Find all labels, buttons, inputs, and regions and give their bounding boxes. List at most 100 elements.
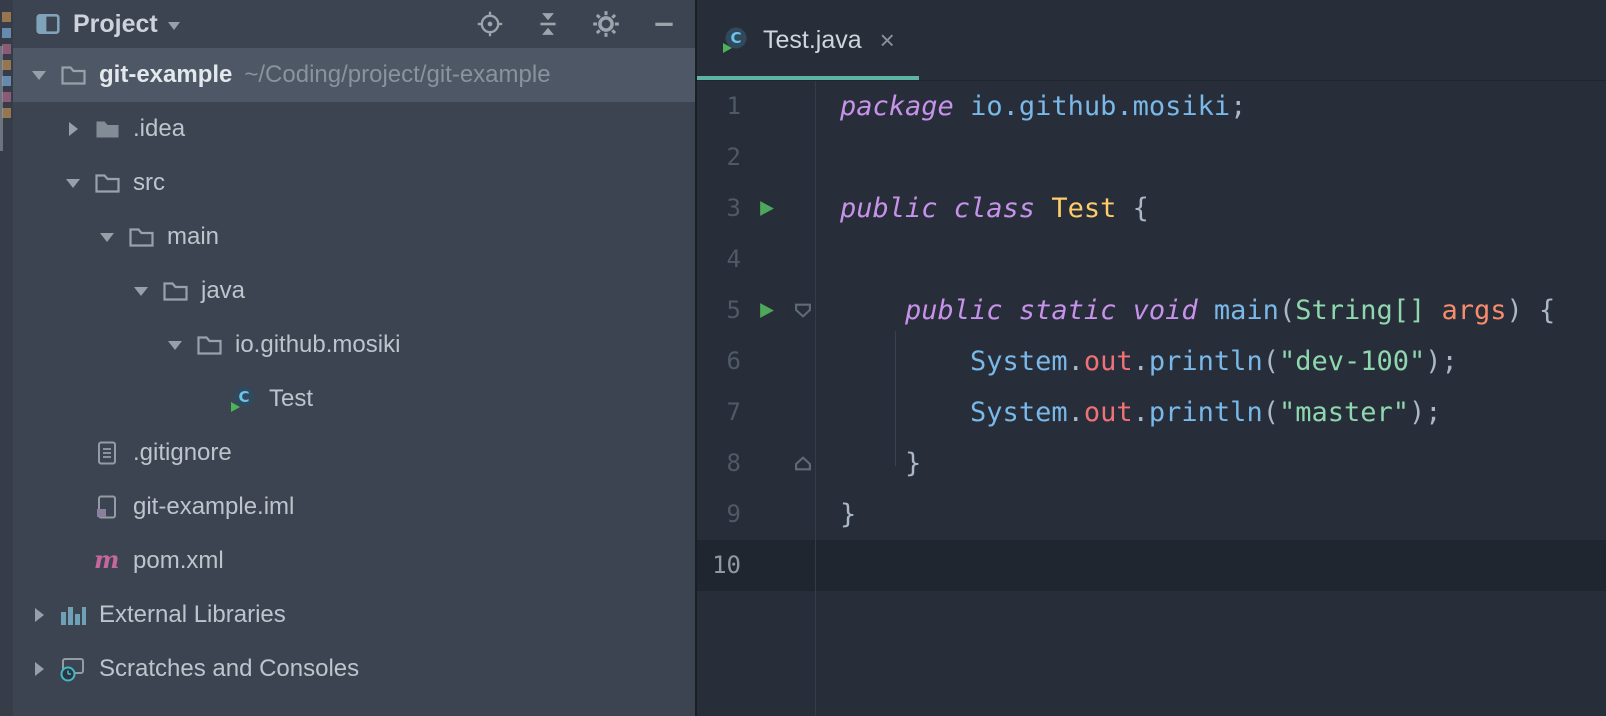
folder-icon bbox=[57, 63, 89, 87]
tree-item-main[interactable]: main bbox=[13, 210, 695, 264]
file-text-icon bbox=[91, 440, 123, 466]
gutter-separator bbox=[815, 81, 816, 716]
maven-icon: m bbox=[91, 547, 123, 575]
tree-item-test[interactable]: CTest bbox=[13, 372, 695, 426]
tab-test-java[interactable]: C Test.java × bbox=[697, 0, 919, 80]
project-panel-toolbar bbox=[473, 7, 695, 41]
line-number: 6 bbox=[697, 336, 749, 387]
chevron-right-icon[interactable] bbox=[35, 662, 44, 676]
tool-window-bar-marker bbox=[0, 46, 3, 151]
tree-item-path: ~/Coding/project/git-example bbox=[244, 61, 550, 89]
settings-icon[interactable] bbox=[589, 7, 623, 41]
code-line-2[interactable]: 2 bbox=[697, 132, 1606, 183]
run-gutter bbox=[749, 540, 783, 591]
tree-item-scratches-and-consoles[interactable]: Scratches and Consoles bbox=[13, 642, 695, 696]
tab-label: Test.java bbox=[763, 26, 862, 55]
tool-window-bar[interactable] bbox=[0, 0, 13, 716]
tree-item-label: java bbox=[201, 277, 245, 305]
file-mod-icon bbox=[91, 494, 123, 520]
class-icon: C bbox=[227, 385, 259, 413]
tree-item-git-example-iml[interactable]: git-example.iml bbox=[13, 480, 695, 534]
line-number: 1 bbox=[697, 81, 749, 132]
chevron-down-icon[interactable] bbox=[100, 233, 114, 242]
project-panel-title[interactable]: Project bbox=[73, 10, 158, 39]
chevron-down-icon[interactable] bbox=[168, 22, 180, 30]
project-tool-window-icon bbox=[35, 11, 61, 37]
tree-item-label: git-example.iml bbox=[133, 493, 294, 521]
chevron-down-icon[interactable] bbox=[66, 179, 80, 188]
tree-item-label: .idea bbox=[133, 115, 185, 143]
folder-icon bbox=[193, 333, 225, 357]
folder-icon bbox=[91, 171, 123, 195]
tree-item-label: io.github.mosiki bbox=[235, 331, 400, 359]
code-text: public static void main(String[] args) { bbox=[823, 285, 1555, 336]
run-icon[interactable] bbox=[749, 183, 783, 234]
run-gutter bbox=[749, 387, 783, 438]
tree-item-label: git-example bbox=[99, 61, 232, 89]
fold-gutter bbox=[783, 336, 823, 387]
svg-text:C: C bbox=[238, 388, 249, 406]
code-line-3[interactable]: 3public class Test { bbox=[697, 183, 1606, 234]
svg-text:m: m bbox=[94, 547, 119, 574]
svg-text:C: C bbox=[730, 29, 741, 47]
fold-gutter bbox=[783, 540, 823, 591]
hide-icon[interactable] bbox=[647, 7, 681, 41]
libraries-icon bbox=[57, 602, 89, 628]
locate-icon[interactable] bbox=[473, 7, 507, 41]
folder-solid-icon bbox=[91, 117, 123, 141]
code-text: } bbox=[823, 438, 921, 489]
tool-window-bar-glyphs bbox=[2, 12, 11, 122]
tree-item-label: .gitignore bbox=[133, 439, 232, 467]
chevron-down-icon[interactable] bbox=[168, 341, 182, 350]
code-text bbox=[823, 132, 840, 183]
editor-area: C Test.java × 1package io.github.mosiki;… bbox=[695, 0, 1606, 716]
tree-item-label: main bbox=[167, 223, 219, 251]
close-icon[interactable]: × bbox=[880, 27, 895, 53]
run-icon[interactable] bbox=[749, 285, 783, 336]
tree-item-label: Scratches and Consoles bbox=[99, 655, 359, 683]
code-line-9[interactable]: 9} bbox=[697, 489, 1606, 540]
tree-item-label: src bbox=[133, 169, 165, 197]
run-gutter bbox=[749, 336, 783, 387]
line-number: 9 bbox=[697, 489, 749, 540]
code-line-5[interactable]: 5 public static void main(String[] args)… bbox=[697, 285, 1606, 336]
project-tree: git-example ~/Coding/project/git-example.… bbox=[13, 48, 695, 716]
tree-item-label: pom.xml bbox=[133, 547, 224, 575]
tree-item-pom-xml[interactable]: m pom.xml bbox=[13, 534, 695, 588]
ide-window: Project git-example ~/Coding/project/git-… bbox=[0, 0, 1606, 716]
tree-item-idea[interactable]: .idea bbox=[13, 102, 695, 156]
code-line-7[interactable]: 7 System.out.println("master"); bbox=[697, 387, 1606, 438]
code-text: } bbox=[823, 489, 856, 540]
tree-item-gitignore[interactable]: .gitignore bbox=[13, 426, 695, 480]
tree-item-src[interactable]: src bbox=[13, 156, 695, 210]
code-line-6[interactable]: 6 System.out.println("dev-100"); bbox=[697, 336, 1606, 387]
run-gutter bbox=[749, 132, 783, 183]
chevron-down-icon[interactable] bbox=[32, 71, 46, 80]
line-number: 10 bbox=[697, 540, 749, 591]
tree-item-label: External Libraries bbox=[99, 601, 286, 629]
code-line-1[interactable]: 1package io.github.mosiki; bbox=[697, 81, 1606, 132]
run-gutter bbox=[749, 489, 783, 540]
folder-icon bbox=[125, 225, 157, 249]
code-line-4[interactable]: 4 bbox=[697, 234, 1606, 285]
chevron-right-icon[interactable] bbox=[69, 122, 78, 136]
line-number: 5 bbox=[697, 285, 749, 336]
code-line-8[interactable]: 8 } bbox=[697, 438, 1606, 489]
code-text: public class Test { bbox=[823, 183, 1149, 234]
tree-item-external-libraries[interactable]: External Libraries bbox=[13, 588, 695, 642]
java-class-icon: C bbox=[721, 26, 749, 54]
fold-gutter bbox=[783, 489, 823, 540]
editor-code[interactable]: 1package io.github.mosiki;23public class… bbox=[697, 81, 1606, 716]
fold-gutter bbox=[783, 132, 823, 183]
fold-gutter bbox=[783, 387, 823, 438]
collapse-all-icon[interactable] bbox=[531, 7, 565, 41]
fold-down-icon[interactable] bbox=[783, 285, 823, 336]
chevron-down-icon[interactable] bbox=[134, 287, 148, 296]
tree-item-java[interactable]: java bbox=[13, 264, 695, 318]
tree-item-io-github-mosiki[interactable]: io.github.mosiki bbox=[13, 318, 695, 372]
code-text bbox=[823, 540, 840, 591]
chevron-right-icon[interactable] bbox=[35, 608, 44, 622]
fold-up-icon[interactable] bbox=[783, 438, 823, 489]
code-line-10[interactable]: 10 bbox=[697, 540, 1606, 591]
tree-item-git-example[interactable]: git-example ~/Coding/project/git-example bbox=[13, 48, 695, 102]
